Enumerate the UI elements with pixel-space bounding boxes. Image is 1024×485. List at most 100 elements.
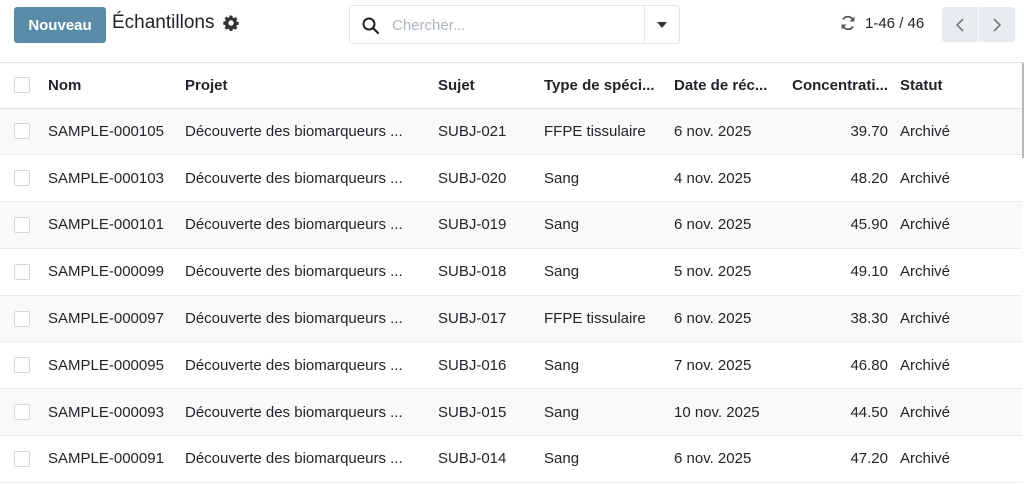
search-options-toggle[interactable] bbox=[644, 6, 679, 43]
row-checkbox[interactable] bbox=[14, 170, 30, 187]
table-row[interactable]: SAMPLE-000095 Découverte des biomarqueur… bbox=[0, 341, 1022, 389]
cell-collection-date: 7 nov. 2025 bbox=[674, 356, 752, 374]
cell-status: Archivé bbox=[900, 263, 951, 281]
refresh-icon[interactable] bbox=[840, 15, 856, 31]
table-row[interactable]: SAMPLE-000097 Découverte des biomarqueur… bbox=[0, 295, 1022, 342]
cell-name: SAMPLE-000091 bbox=[48, 450, 164, 468]
cell-name: SAMPLE-000097 bbox=[48, 310, 164, 328]
row-checkbox[interactable] bbox=[14, 404, 30, 421]
row-select-cell[interactable] bbox=[0, 108, 40, 155]
column-header-status[interactable]: Statut bbox=[892, 63, 1022, 109]
cell-project: Découverte des biomarqueurs ... bbox=[185, 216, 403, 234]
column-header-subject[interactable]: Sujet bbox=[430, 63, 536, 109]
cell-concentration: 49.10 bbox=[850, 263, 888, 281]
cell-name: SAMPLE-000103 bbox=[48, 169, 164, 187]
search-input[interactable] bbox=[392, 12, 642, 38]
cell-project: Découverte des biomarqueurs ... bbox=[185, 356, 403, 374]
cell-status: Archivé bbox=[900, 169, 951, 187]
cell-concentration: 39.70 bbox=[850, 122, 888, 140]
caret-down-icon bbox=[657, 21, 667, 28]
table-row[interactable]: SAMPLE-000105 Découverte des biomarqueur… bbox=[0, 108, 1022, 155]
cell-name: SAMPLE-000099 bbox=[48, 263, 164, 281]
table-row[interactable]: SAMPLE-000099 Découverte des biomarqueur… bbox=[0, 248, 1022, 296]
control-panel: Nouveau Échantillons 1-46 / 46 bbox=[0, 0, 1024, 63]
cell-collection-date: 10 nov. 2025 bbox=[674, 403, 760, 421]
samples-table: Nom Projet Sujet Type de spéci... Date d… bbox=[0, 63, 1022, 483]
page-title: Échantillons bbox=[112, 12, 215, 33]
list-view: Nom Projet Sujet Type de spéci... Date d… bbox=[0, 63, 1024, 485]
row-select-cell[interactable] bbox=[0, 389, 40, 436]
cell-concentration: 48.20 bbox=[850, 169, 888, 187]
cell-status: Archivé bbox=[900, 122, 951, 140]
cell-specimen-type: FFPE tissulaire bbox=[544, 310, 646, 328]
cell-collection-date: 6 nov. 2025 bbox=[674, 122, 752, 140]
cell-specimen-type: Sang bbox=[544, 216, 580, 234]
cell-project: Découverte des biomarqueurs ... bbox=[185, 450, 403, 468]
cell-specimen-type: FFPE tissulaire bbox=[544, 122, 646, 140]
cell-name: SAMPLE-000105 bbox=[48, 122, 164, 140]
column-header-collection-date[interactable]: Date de réc... bbox=[666, 63, 777, 109]
pager-value[interactable]: 1-46 / 46 bbox=[865, 15, 924, 32]
cell-name: SAMPLE-000101 bbox=[48, 216, 164, 234]
cell-name: SAMPLE-000093 bbox=[48, 403, 164, 421]
pager-next-button[interactable] bbox=[979, 7, 1015, 42]
cell-status: Archivé bbox=[900, 310, 951, 328]
table-row[interactable]: SAMPLE-000103 Découverte des biomarqueur… bbox=[0, 154, 1022, 202]
cell-subject: SUBJ-021 bbox=[438, 122, 507, 140]
table-row[interactable]: SAMPLE-000091 Découverte des biomarqueur… bbox=[0, 435, 1022, 483]
cell-subject: SUBJ-016 bbox=[438, 356, 507, 374]
cell-status: Archivé bbox=[900, 216, 951, 234]
select-all-checkbox[interactable] bbox=[14, 77, 30, 94]
cell-specimen-type: Sang bbox=[544, 450, 580, 468]
cell-collection-date: 5 nov. 2025 bbox=[674, 263, 752, 281]
cell-status: Archivé bbox=[900, 403, 951, 421]
cell-name: SAMPLE-000095 bbox=[48, 356, 164, 374]
cell-specimen-type: Sang bbox=[544, 263, 580, 281]
cell-project: Découverte des biomarqueurs ... bbox=[185, 122, 403, 140]
table-row[interactable]: SAMPLE-000093 Découverte des biomarqueur… bbox=[0, 388, 1022, 436]
cell-concentration: 44.50 bbox=[850, 403, 888, 421]
cell-subject: SUBJ-018 bbox=[438, 263, 507, 281]
row-select-cell[interactable] bbox=[0, 248, 40, 295]
column-header-specimen-type[interactable]: Type de spéci... bbox=[536, 63, 666, 109]
row-select-cell[interactable] bbox=[0, 436, 40, 483]
row-checkbox[interactable] bbox=[14, 310, 30, 327]
row-checkbox[interactable] bbox=[14, 450, 30, 467]
row-checkbox[interactable] bbox=[14, 123, 30, 140]
cell-collection-date: 6 nov. 2025 bbox=[674, 216, 752, 234]
cell-status: Archivé bbox=[900, 450, 951, 468]
cell-concentration: 45.90 bbox=[850, 216, 888, 234]
cell-project: Découverte des biomarqueurs ... bbox=[185, 403, 403, 421]
pager-previous-button[interactable] bbox=[942, 7, 978, 42]
cell-subject: SUBJ-014 bbox=[438, 450, 507, 468]
row-select-cell[interactable] bbox=[0, 295, 40, 342]
chevron-right-icon bbox=[993, 17, 1002, 32]
new-button[interactable]: Nouveau bbox=[14, 7, 106, 43]
cell-collection-date: 4 nov. 2025 bbox=[674, 169, 752, 187]
cell-collection-date: 6 nov. 2025 bbox=[674, 450, 752, 468]
cell-specimen-type: Sang bbox=[544, 169, 580, 187]
column-header-name[interactable]: Nom bbox=[40, 63, 177, 109]
cell-status: Archivé bbox=[900, 356, 951, 374]
row-checkbox[interactable] bbox=[14, 357, 30, 374]
row-select-cell[interactable] bbox=[0, 202, 40, 249]
column-header-concentration[interactable]: Concentrati... bbox=[777, 63, 892, 109]
cell-subject: SUBJ-020 bbox=[438, 169, 507, 187]
column-header-project[interactable]: Projet bbox=[177, 63, 430, 109]
search-icon[interactable] bbox=[362, 17, 379, 34]
row-select-cell[interactable] bbox=[0, 342, 40, 389]
select-all-cell[interactable] bbox=[0, 63, 40, 109]
cell-subject: SUBJ-019 bbox=[438, 216, 507, 234]
row-select-cell[interactable] bbox=[0, 155, 40, 202]
cell-subject: SUBJ-015 bbox=[438, 403, 507, 421]
cell-collection-date: 6 nov. 2025 bbox=[674, 310, 752, 328]
row-checkbox[interactable] bbox=[14, 263, 30, 280]
cell-project: Découverte des biomarqueurs ... bbox=[185, 263, 403, 281]
cell-concentration: 46.80 bbox=[850, 356, 888, 374]
gear-icon[interactable] bbox=[223, 15, 239, 31]
table-row[interactable]: SAMPLE-000101 Découverte des biomarqueur… bbox=[0, 201, 1022, 249]
cell-project: Découverte des biomarqueurs ... bbox=[185, 310, 403, 328]
table-header: Nom Projet Sujet Type de spéci... Date d… bbox=[0, 63, 1022, 109]
row-checkbox[interactable] bbox=[14, 216, 30, 233]
cell-specimen-type: Sang bbox=[544, 356, 580, 374]
